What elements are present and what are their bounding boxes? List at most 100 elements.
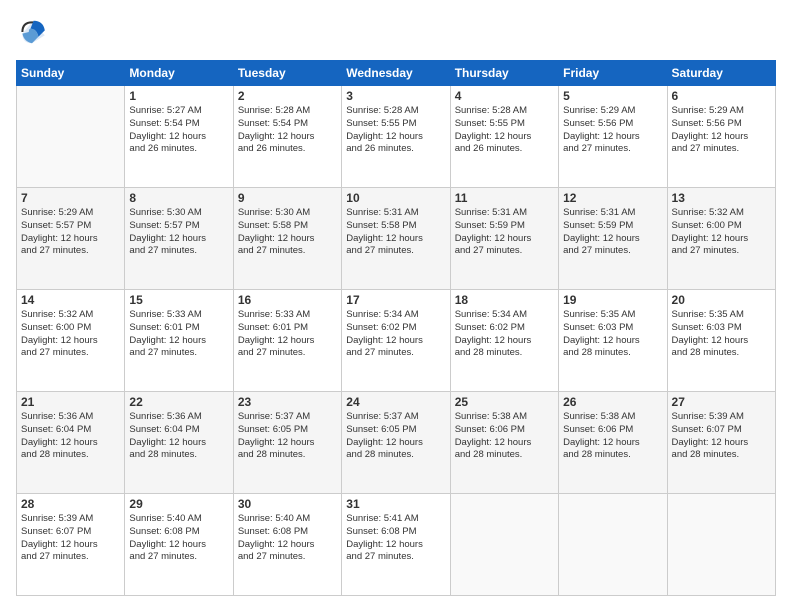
calendar-cell: 1 Sunrise: 5:27 AM Sunset: 5:54 PM Daylig… [125,86,233,188]
calendar-cell [667,494,775,596]
logo-icon [16,16,48,48]
day-info: Sunrise: 5:33 AM Sunset: 6:01 PM Dayligh… [129,309,228,360]
day-number: 11 [455,191,554,205]
day-info: Sunrise: 5:36 AM Sunset: 6:04 PM Dayligh… [129,411,228,462]
calendar-cell: 16 Sunrise: 5:33 AM Sunset: 6:01 PM Dayli… [233,290,341,392]
day-number: 19 [563,293,662,307]
day-number: 14 [21,293,120,307]
calendar-cell: 26 Sunrise: 5:38 AM Sunset: 6:06 PM Dayli… [559,392,667,494]
day-info: Sunrise: 5:29 AM Sunset: 5:56 PM Dayligh… [563,105,662,156]
day-number: 3 [346,89,445,103]
calendar-week-row: 14Sunrise: 5:32 AM Sunset: 6:00 PM Dayli… [17,290,776,392]
calendar-cell: 24 Sunrise: 5:37 AM Sunset: 6:05 PM Dayli… [342,392,450,494]
calendar-cell: 2 Sunrise: 5:28 AM Sunset: 5:54 PM Daylig… [233,86,341,188]
calendar-week-row: 7Sunrise: 5:29 AM Sunset: 5:57 PM Daylig… [17,188,776,290]
day-info: Sunrise: 5:35 AM Sunset: 6:03 PM Dayligh… [672,309,771,360]
day-number: 9 [238,191,337,205]
calendar-cell: 19 Sunrise: 5:35 AM Sunset: 6:03 PM Dayli… [559,290,667,392]
day-info: Sunrise: 5:31 AM Sunset: 5:58 PM Dayligh… [346,207,445,258]
day-info: Sunrise: 5:29 AM Sunset: 5:56 PM Dayligh… [672,105,771,156]
calendar-cell: 9 Sunrise: 5:30 AM Sunset: 5:58 PM Daylig… [233,188,341,290]
calendar-cell: 28 Sunrise: 5:39 AM Sunset: 6:07 PM Dayli… [17,494,125,596]
day-info: Sunrise: 5:39 AM Sunset: 6:07 PM Dayligh… [21,513,120,564]
calendar-cell [450,494,558,596]
day-number: 27 [672,395,771,409]
calendar-cell: 30 Sunrise: 5:40 AM Sunset: 6:08 PM Dayli… [233,494,341,596]
calendar-cell: 23Sunrise: 5:37 AM Sunset: 6:05 PM Dayli… [233,392,341,494]
calendar-cell: 20 Sunrise: 5:35 AM Sunset: 6:03 PM Dayli… [667,290,775,392]
calendar-cell: 12 Sunrise: 5:31 AM Sunset: 5:59 PM Dayli… [559,188,667,290]
day-number: 30 [238,497,337,511]
day-info: Sunrise: 5:30 AM Sunset: 5:57 PM Dayligh… [129,207,228,258]
calendar-week-row: 1 Sunrise: 5:27 AM Sunset: 5:54 PM Daylig… [17,86,776,188]
day-number: 26 [563,395,662,409]
day-info: Sunrise: 5:31 AM Sunset: 5:59 PM Dayligh… [563,207,662,258]
day-number: 24 [346,395,445,409]
weekday-header: Friday [559,61,667,86]
day-number: 28 [21,497,120,511]
day-info: Sunrise: 5:37 AM Sunset: 6:05 PM Dayligh… [346,411,445,462]
calendar-cell: 21Sunrise: 5:36 AM Sunset: 6:04 PM Dayli… [17,392,125,494]
calendar-cell: 27Sunrise: 5:39 AM Sunset: 6:07 PM Dayli… [667,392,775,494]
day-number: 16 [238,293,337,307]
calendar-cell: 22 Sunrise: 5:36 AM Sunset: 6:04 PM Dayli… [125,392,233,494]
weekday-header: Sunday [17,61,125,86]
day-number: 18 [455,293,554,307]
logo [16,16,52,48]
day-info: Sunrise: 5:27 AM Sunset: 5:54 PM Dayligh… [129,105,228,156]
calendar-cell: 7Sunrise: 5:29 AM Sunset: 5:57 PM Daylig… [17,188,125,290]
day-number: 21 [21,395,120,409]
calendar-cell: 14Sunrise: 5:32 AM Sunset: 6:00 PM Dayli… [17,290,125,392]
calendar-cell: 3 Sunrise: 5:28 AM Sunset: 5:55 PM Daylig… [342,86,450,188]
calendar-cell: 31Sunrise: 5:41 AM Sunset: 6:08 PM Dayli… [342,494,450,596]
weekday-header: Saturday [667,61,775,86]
day-number: 6 [672,89,771,103]
day-info: Sunrise: 5:40 AM Sunset: 6:08 PM Dayligh… [238,513,337,564]
day-info: Sunrise: 5:28 AM Sunset: 5:54 PM Dayligh… [238,105,337,156]
day-info: Sunrise: 5:34 AM Sunset: 6:02 PM Dayligh… [346,309,445,360]
day-info: Sunrise: 5:38 AM Sunset: 6:06 PM Dayligh… [563,411,662,462]
calendar-header-row: SundayMondayTuesdayWednesdayThursdayFrid… [17,61,776,86]
day-number: 15 [129,293,228,307]
calendar-cell: 29Sunrise: 5:40 AM Sunset: 6:08 PM Dayli… [125,494,233,596]
day-info: Sunrise: 5:30 AM Sunset: 5:58 PM Dayligh… [238,207,337,258]
calendar-week-row: 28 Sunrise: 5:39 AM Sunset: 6:07 PM Dayli… [17,494,776,596]
calendar-cell [17,86,125,188]
day-info: Sunrise: 5:28 AM Sunset: 5:55 PM Dayligh… [346,105,445,156]
calendar-table: SundayMondayTuesdayWednesdayThursdayFrid… [16,60,776,596]
day-info: Sunrise: 5:38 AM Sunset: 6:06 PM Dayligh… [455,411,554,462]
day-number: 20 [672,293,771,307]
day-number: 23 [238,395,337,409]
day-number: 4 [455,89,554,103]
calendar-cell: 15 Sunrise: 5:33 AM Sunset: 6:01 PM Dayli… [125,290,233,392]
weekday-header: Monday [125,61,233,86]
day-number: 12 [563,191,662,205]
day-number: 5 [563,89,662,103]
calendar-cell: 8 Sunrise: 5:30 AM Sunset: 5:57 PM Daylig… [125,188,233,290]
day-info: Sunrise: 5:41 AM Sunset: 6:08 PM Dayligh… [346,513,445,564]
calendar-cell: 4 Sunrise: 5:28 AM Sunset: 5:55 PM Daylig… [450,86,558,188]
day-number: 2 [238,89,337,103]
day-info: Sunrise: 5:28 AM Sunset: 5:55 PM Dayligh… [455,105,554,156]
day-number: 17 [346,293,445,307]
day-number: 25 [455,395,554,409]
day-info: Sunrise: 5:35 AM Sunset: 6:03 PM Dayligh… [563,309,662,360]
weekday-header: Tuesday [233,61,341,86]
day-info: Sunrise: 5:32 AM Sunset: 6:00 PM Dayligh… [672,207,771,258]
day-info: Sunrise: 5:31 AM Sunset: 5:59 PM Dayligh… [455,207,554,258]
day-number: 22 [129,395,228,409]
weekday-header: Thursday [450,61,558,86]
page-header [16,16,776,48]
calendar-cell: 5 Sunrise: 5:29 AM Sunset: 5:56 PM Daylig… [559,86,667,188]
day-number: 13 [672,191,771,205]
day-info: Sunrise: 5:33 AM Sunset: 6:01 PM Dayligh… [238,309,337,360]
day-number: 10 [346,191,445,205]
day-number: 7 [21,191,120,205]
calendar-cell: 10 Sunrise: 5:31 AM Sunset: 5:58 PM Dayli… [342,188,450,290]
day-number: 29 [129,497,228,511]
calendar-cell [559,494,667,596]
day-number: 8 [129,191,228,205]
weekday-header: Wednesday [342,61,450,86]
calendar-cell: 25 Sunrise: 5:38 AM Sunset: 6:06 PM Dayli… [450,392,558,494]
day-number: 1 [129,89,228,103]
